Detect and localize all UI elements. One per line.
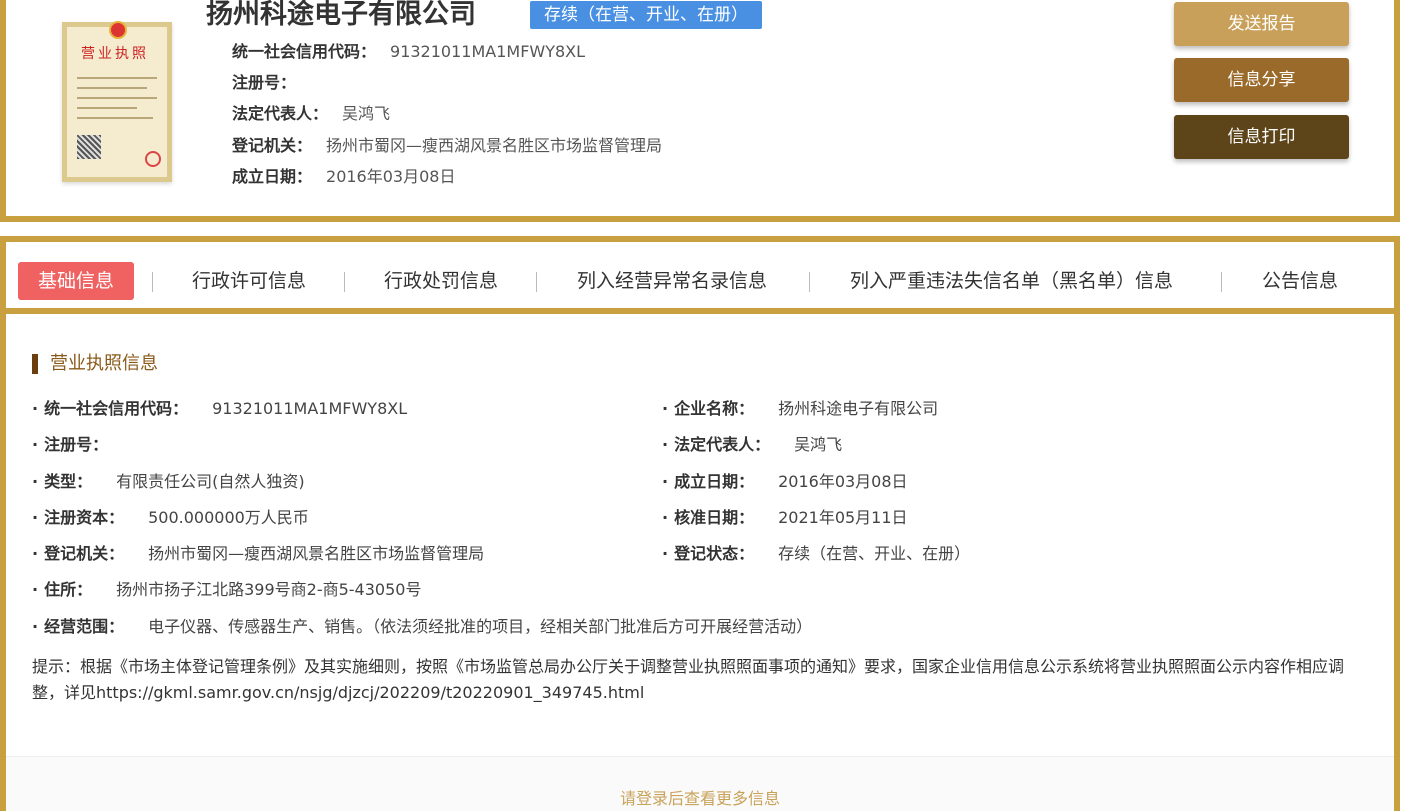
field-registered-capital: · 注册资本： 500.000000万人民币 bbox=[32, 508, 309, 527]
info-value: 吴鸿飞 bbox=[342, 104, 391, 123]
national-emblem-icon bbox=[109, 21, 127, 39]
info-label: 统一社会信用代码： bbox=[232, 42, 377, 61]
tab-admin-license[interactable]: 行政许可信息 bbox=[192, 262, 306, 300]
field-value: 扬州市蜀冈—瘦西湖风景名胜区市场监督管理局 bbox=[148, 544, 485, 563]
field-label: 登记状态： bbox=[674, 544, 755, 563]
field-value: 吴鸿飞 bbox=[794, 435, 843, 454]
tab-basic-info[interactable]: 基础信息 bbox=[18, 262, 135, 300]
company-name: 扬州科途电子有限公司 bbox=[206, 0, 476, 30]
license-text-line bbox=[77, 117, 153, 119]
field-type: · 类型： 有限责任公司(自然人独资) bbox=[32, 472, 305, 491]
field-credit-code: · 统一社会信用代码： 91321011MA1MFWY8XL bbox=[32, 399, 408, 418]
official-seal-icon bbox=[145, 151, 161, 167]
field-label: 成立日期： bbox=[674, 472, 755, 491]
license-title: 营业执照 bbox=[81, 46, 149, 62]
info-credit-code: 统一社会信用代码： 91321011MA1MFWY8XL bbox=[232, 41, 585, 63]
field-label: 注册资本： bbox=[44, 508, 125, 527]
info-reg-number: 注册号： bbox=[232, 72, 310, 94]
field-value: 500.000000万人民币 bbox=[148, 508, 309, 527]
field-label: 核准日期： bbox=[674, 508, 755, 527]
field-established-date: · 成立日期： 2016年03月08日 bbox=[662, 472, 908, 491]
info-tab-bar: 基础信息 行政许可信息 行政处罚信息 列入经营异常名录信息 列入严重违法失信名单… bbox=[6, 242, 1394, 314]
field-label: 类型： bbox=[44, 472, 93, 491]
main-info-card: 基础信息 行政许可信息 行政处罚信息 列入经营异常名录信息 列入严重违法失信名单… bbox=[0, 236, 1400, 811]
tab-blacklist[interactable]: 列入严重违法失信名单（黑名单）信息 bbox=[850, 262, 1173, 300]
info-label: 登记机关： bbox=[232, 136, 313, 155]
license-text-line bbox=[77, 77, 157, 79]
business-license-image[interactable]: 营业执照 bbox=[62, 21, 172, 182]
login-prompt-link[interactable]: 请登录后查看更多信息 bbox=[6, 785, 1394, 809]
tab-separator bbox=[152, 272, 153, 292]
field-reg-number: · 注册号： bbox=[32, 435, 109, 454]
tab-separator bbox=[1221, 272, 1222, 292]
field-legal-rep: · 法定代表人： 吴鸿飞 bbox=[662, 435, 843, 454]
license-text-line bbox=[77, 107, 137, 109]
license-section-title: 营业执照信息 bbox=[32, 354, 158, 374]
field-value: 电子仪器、传感器生产、销售。（依法须经批准的项目，经相关部门批准后方可开展经营活… bbox=[148, 617, 813, 636]
field-value: 91321011MA1MFWY8XL bbox=[212, 399, 408, 418]
field-reg-authority: · 登记机关： 扬州市蜀冈—瘦西湖风景名胜区市场监督管理局 bbox=[32, 544, 485, 563]
field-value: 有限责任公司(自然人独资) bbox=[116, 472, 305, 491]
tab-separator bbox=[344, 272, 345, 292]
field-value: 扬州科途电子有限公司 bbox=[778, 399, 939, 418]
field-label: 登记机关： bbox=[44, 544, 125, 563]
tab-separator bbox=[809, 272, 810, 292]
field-label: 注册号： bbox=[44, 435, 109, 454]
info-label: 注册号： bbox=[232, 73, 297, 92]
print-info-button[interactable]: 信息打印 bbox=[1174, 115, 1349, 159]
send-report-button[interactable]: 发送报告 bbox=[1174, 2, 1349, 46]
company-header-card: 营业执照 扬州科途电子有限公司 存续（在营、开业、在册） 统一社会信用代码： 91… bbox=[0, 0, 1400, 222]
field-label: 企业名称： bbox=[674, 399, 755, 418]
tab-abnormal-operation[interactable]: 列入经营异常名录信息 bbox=[577, 262, 767, 300]
field-label: 住所： bbox=[44, 580, 93, 599]
info-established-date: 成立日期： 2016年03月08日 bbox=[232, 166, 455, 188]
info-value: 91321011MA1MFWY8XL bbox=[390, 42, 586, 61]
adjustment-notice: 提示：根据《市场主体登记管理条例》及其实施细则，按照《市场监管总局办公厅关于调整… bbox=[32, 657, 1345, 702]
info-label: 法定代表人： bbox=[232, 104, 329, 123]
share-info-button[interactable]: 信息分享 bbox=[1174, 58, 1349, 102]
license-text-line bbox=[77, 87, 147, 89]
info-legal-rep: 法定代表人： 吴鸿飞 bbox=[232, 103, 390, 125]
field-approval-date: · 核准日期： 2021年05月11日 bbox=[662, 508, 908, 527]
info-value: 扬州市蜀冈—瘦西湖风景名胜区市场监督管理局 bbox=[326, 136, 663, 155]
status-badge: 存续（在营、开业、在册） bbox=[530, 1, 762, 29]
field-company-name: · 企业名称： 扬州科途电子有限公司 bbox=[662, 399, 939, 418]
field-address: · 住所： 扬州市扬子江北路399号商2-商5-43050号 bbox=[32, 580, 422, 599]
field-value: 存续（在营、开业、在册） bbox=[778, 544, 971, 563]
tab-announcements[interactable]: 公告信息 bbox=[1262, 262, 1338, 300]
field-reg-status: · 登记状态： 存续（在营、开业、在册） bbox=[662, 544, 971, 563]
field-value: 扬州市扬子江北路399号商2-商5-43050号 bbox=[116, 580, 422, 599]
info-value: 2016年03月08日 bbox=[326, 167, 456, 186]
field-business-scope: · 经营范围： 电子仪器、传感器生产、销售。（依法须经批准的项目，经相关部门批准后方… bbox=[32, 617, 813, 636]
info-reg-authority: 登记机关： 扬州市蜀冈—瘦西湖风景名胜区市场监督管理局 bbox=[232, 135, 662, 157]
login-footer: 请登录后查看更多信息 bbox=[6, 756, 1394, 811]
field-label: 法定代表人： bbox=[674, 435, 771, 454]
field-label: 经营范围： bbox=[44, 617, 125, 636]
tab-separator bbox=[536, 272, 537, 292]
field-label: 统一社会信用代码： bbox=[44, 399, 189, 418]
license-text-line bbox=[77, 97, 157, 99]
info-label: 成立日期： bbox=[232, 167, 313, 186]
qr-code-icon bbox=[77, 135, 101, 159]
tab-admin-penalty[interactable]: 行政处罚信息 bbox=[384, 262, 498, 300]
field-value: 2016年03月08日 bbox=[778, 472, 908, 491]
field-value: 2021年05月11日 bbox=[778, 508, 908, 527]
